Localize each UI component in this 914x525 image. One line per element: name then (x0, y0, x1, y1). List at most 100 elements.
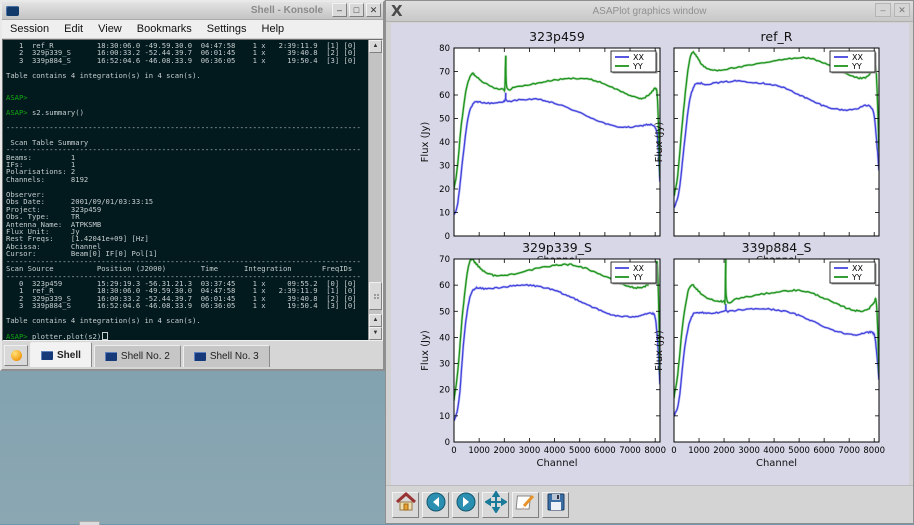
maximize-button[interactable]: □ (349, 3, 364, 17)
konsole-menubar: Session Edit View Bookmarks Settings Help (2, 20, 383, 39)
terminal-line (6, 87, 368, 94)
svg-text:4000: 4000 (763, 446, 785, 456)
svg-text:4000: 4000 (544, 446, 566, 456)
y-axis-label: Flux (Jy) (654, 330, 665, 371)
scroll-up-icon[interactable]: ▲ (369, 40, 382, 53)
minimize-button[interactable]: – (332, 3, 347, 17)
plot-area-323p459[interactable] (454, 48, 660, 236)
svg-text:1000: 1000 (468, 446, 490, 456)
terminal-line: 3 339p884_S 16:52:04.6 -46.08.33.9 06:36… (6, 302, 368, 309)
terminal-scrollbar[interactable]: ▲ ▲ ▼ (368, 40, 382, 340)
konsole-window: Shell - Konsole – □ ✕ Session Edit View Boo… (0, 0, 385, 371)
toolbar-save-button[interactable] (542, 492, 569, 518)
save-icon (545, 491, 567, 518)
toolbar-subplots-button[interactable] (512, 492, 539, 518)
svg-text:70: 70 (439, 68, 450, 78)
menu-item-session[interactable]: Session (10, 23, 49, 35)
asaplot-titlebar[interactable]: X ASAPlot graphics window – ✕ (386, 1, 913, 22)
svg-text:8000: 8000 (644, 446, 666, 456)
toolbar-back-button[interactable] (422, 492, 449, 518)
legend: XXYY (611, 51, 658, 74)
menu-item-view[interactable]: View (98, 23, 122, 35)
legend: XXYY (830, 262, 877, 285)
svg-text:YY: YY (632, 273, 643, 282)
svg-text:20: 20 (439, 386, 450, 396)
svg-text:30: 30 (439, 360, 450, 370)
terminal-icon (41, 351, 53, 360)
menu-item-edit[interactable]: Edit (64, 23, 83, 35)
plot-area-ref_R[interactable] (674, 48, 879, 236)
scrollbar-thumb[interactable] (369, 282, 382, 310)
taskbar-fragment (79, 521, 100, 525)
svg-text:70: 70 (439, 255, 450, 265)
figure-canvas[interactable]: ChannelChannel01020304050607080323p459Fl… (391, 23, 909, 487)
terminal-line: ----------------------------------------… (6, 124, 368, 131)
home-icon (395, 491, 417, 518)
subplot-title: 323p459 (529, 29, 585, 44)
tab-label: Shell No. 3 (210, 351, 259, 362)
svg-text:5000: 5000 (569, 446, 591, 456)
konsole-window-icon (6, 6, 19, 16)
subplot-title: 339p884_S (742, 240, 812, 255)
scroll-up2-icon[interactable]: ▲ (369, 314, 382, 327)
svg-text:6000: 6000 (813, 446, 835, 456)
svg-text:3000: 3000 (738, 446, 760, 456)
svg-text:7000: 7000 (838, 446, 860, 456)
asaplot-window: X ASAPlot graphics window – ✕ Channel Cha… (385, 0, 914, 524)
svg-text:5000: 5000 (788, 446, 810, 456)
scroll-down-icon[interactable]: ▼ (369, 327, 382, 340)
svg-text:2000: 2000 (713, 446, 735, 456)
x-axis-label: Channel (536, 458, 577, 469)
konsole-titlebar[interactable]: Shell - Konsole – □ ✕ (2, 2, 383, 20)
close-button[interactable]: ✕ (894, 3, 910, 17)
terminal-line: ASAP> s2.summary() (6, 109, 368, 116)
terminal-icon (194, 352, 206, 361)
y-axis-label: Flux (Jy) (654, 122, 665, 163)
menu-item-settings[interactable]: Settings (207, 23, 247, 35)
svg-text:60: 60 (439, 281, 450, 291)
x-axis-label: Channel (756, 458, 797, 469)
svg-text:40: 40 (439, 138, 450, 148)
svg-text:YY: YY (851, 62, 862, 71)
terminal-line: Table contains 4 integration(s) in 4 sca… (6, 72, 368, 79)
terminal-output: 1 ref_R 18:30:06.0 -49.59.30.0 04:47:58 … (6, 42, 368, 340)
terminal[interactable]: 1 ref_R 18:30:06.0 -49.59.30.0 04:47:58 … (2, 39, 383, 341)
new-session-button[interactable] (4, 345, 28, 366)
terminal-line (6, 183, 368, 190)
svg-text:8000: 8000 (863, 446, 885, 456)
svg-text:0: 0 (451, 446, 456, 456)
terminal-line (6, 79, 368, 86)
tab-shell-no-2[interactable]: Shell No. 2 (94, 345, 181, 367)
svg-text:20: 20 (439, 185, 450, 195)
svg-text:50: 50 (439, 115, 450, 125)
menu-item-bookmarks[interactable]: Bookmarks (137, 23, 192, 35)
tab-shell[interactable]: Shell (30, 342, 92, 367)
svg-text:6000: 6000 (594, 446, 616, 456)
close-button[interactable]: ✕ (366, 3, 381, 17)
svg-text:0: 0 (445, 232, 450, 242)
svg-text:10: 10 (439, 412, 450, 422)
tab-shell-no-3[interactable]: Shell No. 3 (183, 345, 270, 367)
svg-text:7000: 7000 (619, 446, 641, 456)
terminal-line (6, 325, 368, 332)
subplot-title: 329p339_S (522, 240, 592, 255)
terminal-line: 3 339p884_S 16:52:04.6 -46.08.33.9 06:36… (6, 57, 368, 64)
toolbar-home-button[interactable] (392, 492, 419, 518)
tab-label: Shell No. 2 (121, 351, 170, 362)
toolbar-forward-button[interactable] (452, 492, 479, 518)
toolbar-pan-button[interactable] (482, 492, 509, 518)
svg-text:40: 40 (439, 333, 450, 343)
plot-area-339p884_S[interactable] (674, 259, 879, 442)
svg-text:1000: 1000 (688, 446, 710, 456)
terminal-line: Channels: 8192 (6, 176, 368, 183)
y-axis-label: Flux (Jy) (420, 122, 431, 163)
forward-icon (455, 491, 477, 518)
svg-text:XX: XX (852, 53, 863, 62)
minimize-button[interactable]: – (875, 3, 891, 17)
svg-text:30: 30 (439, 162, 450, 172)
pan-icon (485, 491, 507, 518)
y-axis-label: Flux (Jy) (420, 330, 431, 371)
legend: XXYY (611, 262, 658, 285)
menu-item-help[interactable]: Help (262, 23, 285, 35)
plot-toolbar (386, 485, 913, 523)
